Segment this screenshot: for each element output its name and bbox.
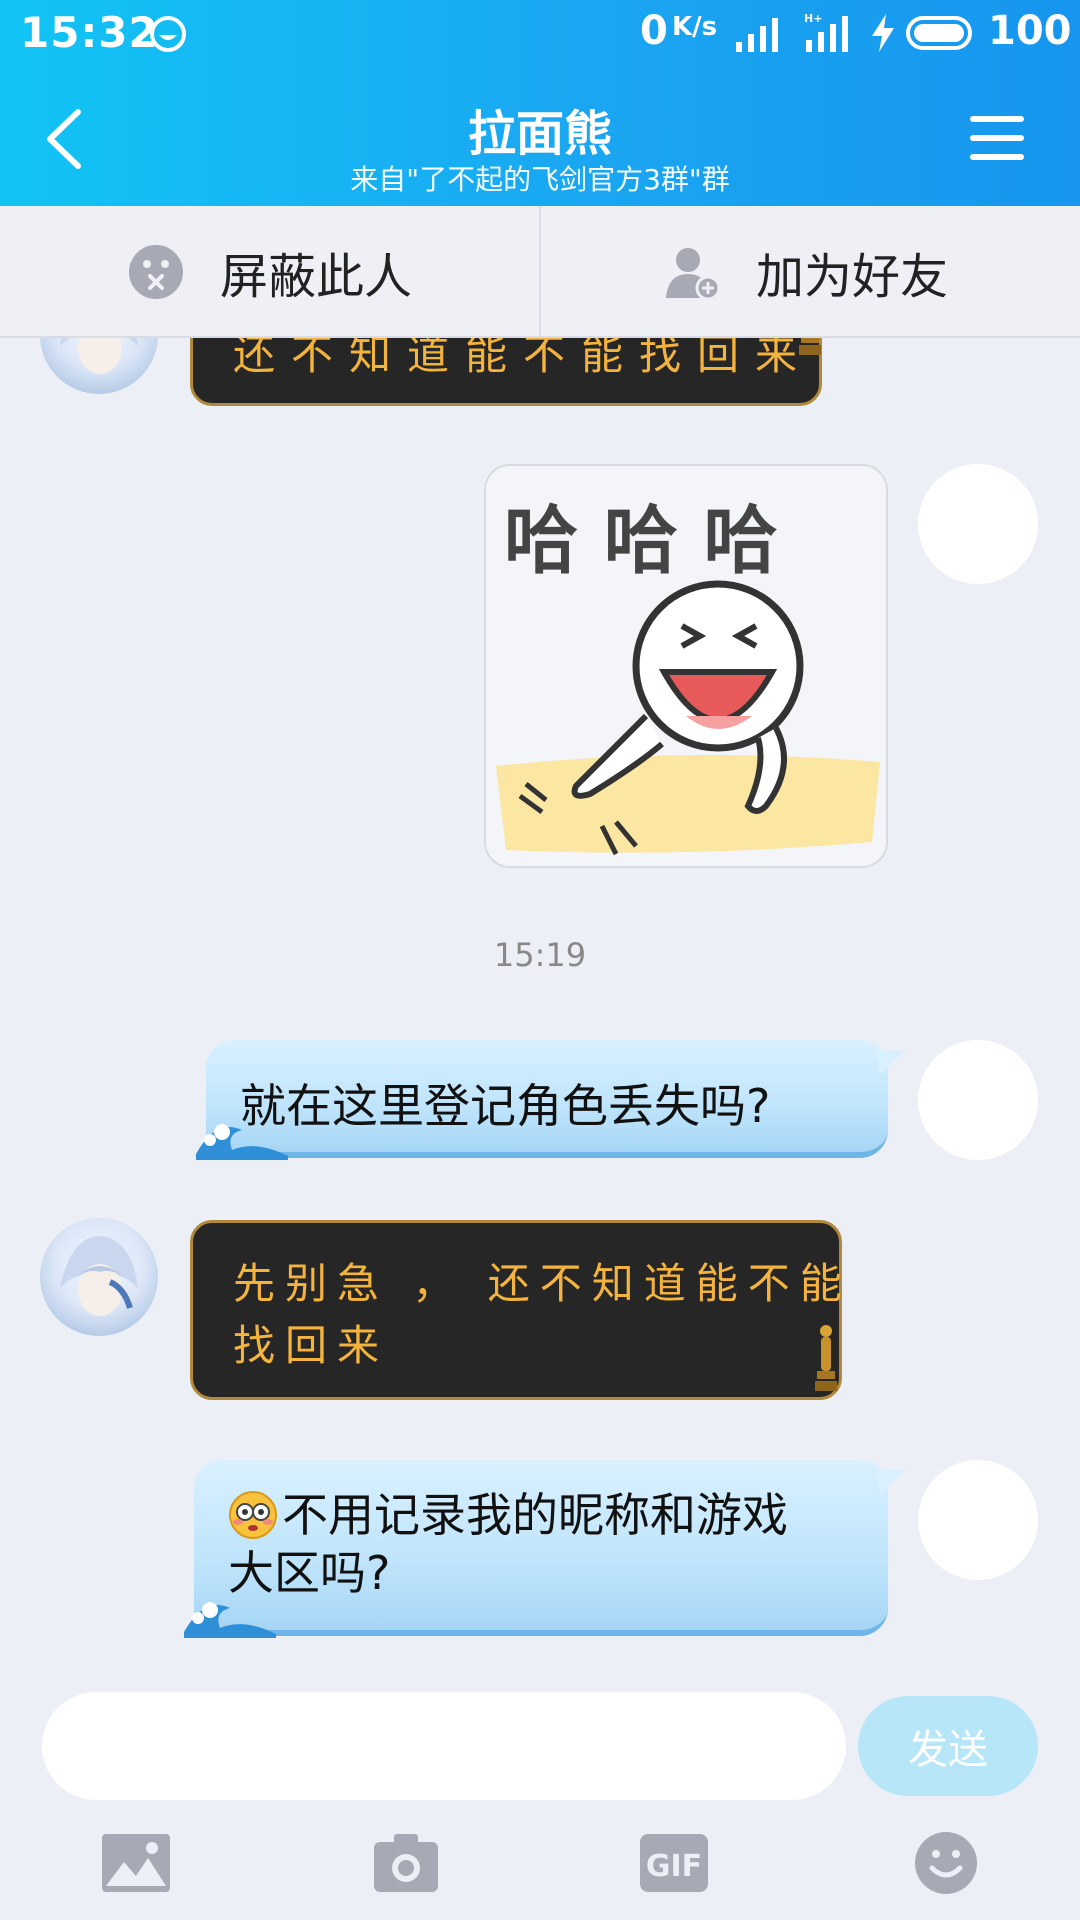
input-bar: 发送	[0, 1660, 1080, 1800]
status-time: 15:32	[20, 8, 159, 57]
add-friend-icon	[666, 248, 720, 300]
battery-percent: 100	[988, 8, 1072, 54]
battery-icon	[906, 16, 972, 50]
gif-icon[interactable]: GIF	[638, 1830, 710, 1896]
message-text: 就在这里登记角色丢失吗?	[240, 1079, 771, 1133]
emoji-icon[interactable]	[910, 1830, 982, 1896]
anime-avatar-icon	[60, 1236, 138, 1316]
block-user-button[interactable]: 屏蔽此人	[128, 206, 412, 338]
net-speed-unit: K/s	[672, 12, 718, 42]
laughing-sticker-icon: 哈 哈 哈	[496, 498, 880, 856]
anime-avatar-icon	[60, 338, 138, 374]
notification-smiley-icon	[150, 16, 186, 52]
message-line: 先别急 ， 还不知道能不能	[233, 1259, 852, 1308]
message-bubble-me[interactable]: 就在这里登记角色丢失吗?	[196, 1040, 906, 1160]
wifi-signal-icon	[736, 18, 778, 52]
sender-avatar[interactable]	[40, 1218, 158, 1336]
status-bar: 15:32 0 K/s H+ 100	[0, 0, 1080, 68]
my-avatar[interactable]	[918, 1040, 1038, 1160]
message-input[interactable]	[42, 1692, 846, 1800]
bottom-toolbar: GIF	[0, 1800, 1080, 1920]
charging-bolt-icon	[872, 14, 894, 52]
action-divider	[539, 206, 541, 338]
flushed-face-emoji-icon	[229, 1491, 277, 1539]
add-friend-label: 加为好友	[756, 249, 949, 305]
wave-decoration-icon	[184, 1602, 276, 1638]
my-avatar[interactable]	[918, 464, 1038, 584]
stranger-action-bar: 屏蔽此人 加为好友	[0, 206, 1080, 338]
sender-avatar[interactable]	[40, 338, 158, 394]
send-button[interactable]: 发送	[858, 1696, 1038, 1796]
message-bubble-other[interactable]: 还不知道能不能找回来	[190, 338, 822, 406]
block-user-label: 屏蔽此人	[220, 249, 413, 305]
message-list[interactable]: 还不知道能不能找回来 哈 哈 哈 15:19 就在这里登记角色丢失吗? 先别急 …	[0, 338, 1080, 1660]
chat-subtitle: 来自"了不起的飞剑官方3群"群	[350, 163, 730, 196]
svg-text:哈 哈 哈: 哈 哈 哈	[504, 498, 778, 584]
message-bubble-me[interactable]: 不用记录我的昵称和游戏 大区吗?	[184, 1460, 906, 1638]
message-line: 大区吗?	[228, 1546, 391, 1600]
chat-title: 拉面熊	[467, 106, 612, 162]
top-header: 15:32 0 K/s H+ 100 拉面熊 来自"了不起的飞剑官方3群"群	[0, 0, 1080, 206]
bubble-tail-icon	[876, 1470, 906, 1494]
my-avatar[interactable]	[918, 1460, 1038, 1580]
message-text: 先别急 ， 还不知道能不能 找回来	[233, 1253, 852, 1377]
sticker-message[interactable]: 哈 哈 哈	[484, 464, 888, 868]
image-icon[interactable]	[100, 1830, 172, 1896]
menu-button[interactable]	[968, 112, 1026, 164]
message-bubble-other[interactable]: 先别急 ， 还不知道能不能 找回来	[190, 1220, 842, 1400]
camera-icon[interactable]	[370, 1830, 442, 1896]
message-timestamp: 15:19	[493, 936, 587, 974]
message-text: 不用记录我的昵称和游戏 大区吗?	[228, 1486, 788, 1602]
cellular-signal-icon: H+	[804, 12, 848, 52]
bubble-tail-icon	[876, 1050, 906, 1074]
block-face-icon	[129, 245, 183, 299]
message-line: 找回来	[233, 1321, 390, 1370]
trophy-icon	[815, 1325, 837, 1391]
message-text: 还不知道能不能找回来	[233, 338, 814, 379]
svg-text:H+: H+	[804, 12, 822, 25]
svg-text:GIF: GIF	[646, 1849, 702, 1884]
net-speed: 0	[640, 8, 668, 54]
wave-decoration-icon	[196, 1124, 288, 1160]
message-line: 不用记录我的昵称和游戏	[282, 1488, 788, 1542]
add-friend-button[interactable]: 加为好友	[664, 206, 948, 338]
trophy-icon	[799, 338, 821, 355]
